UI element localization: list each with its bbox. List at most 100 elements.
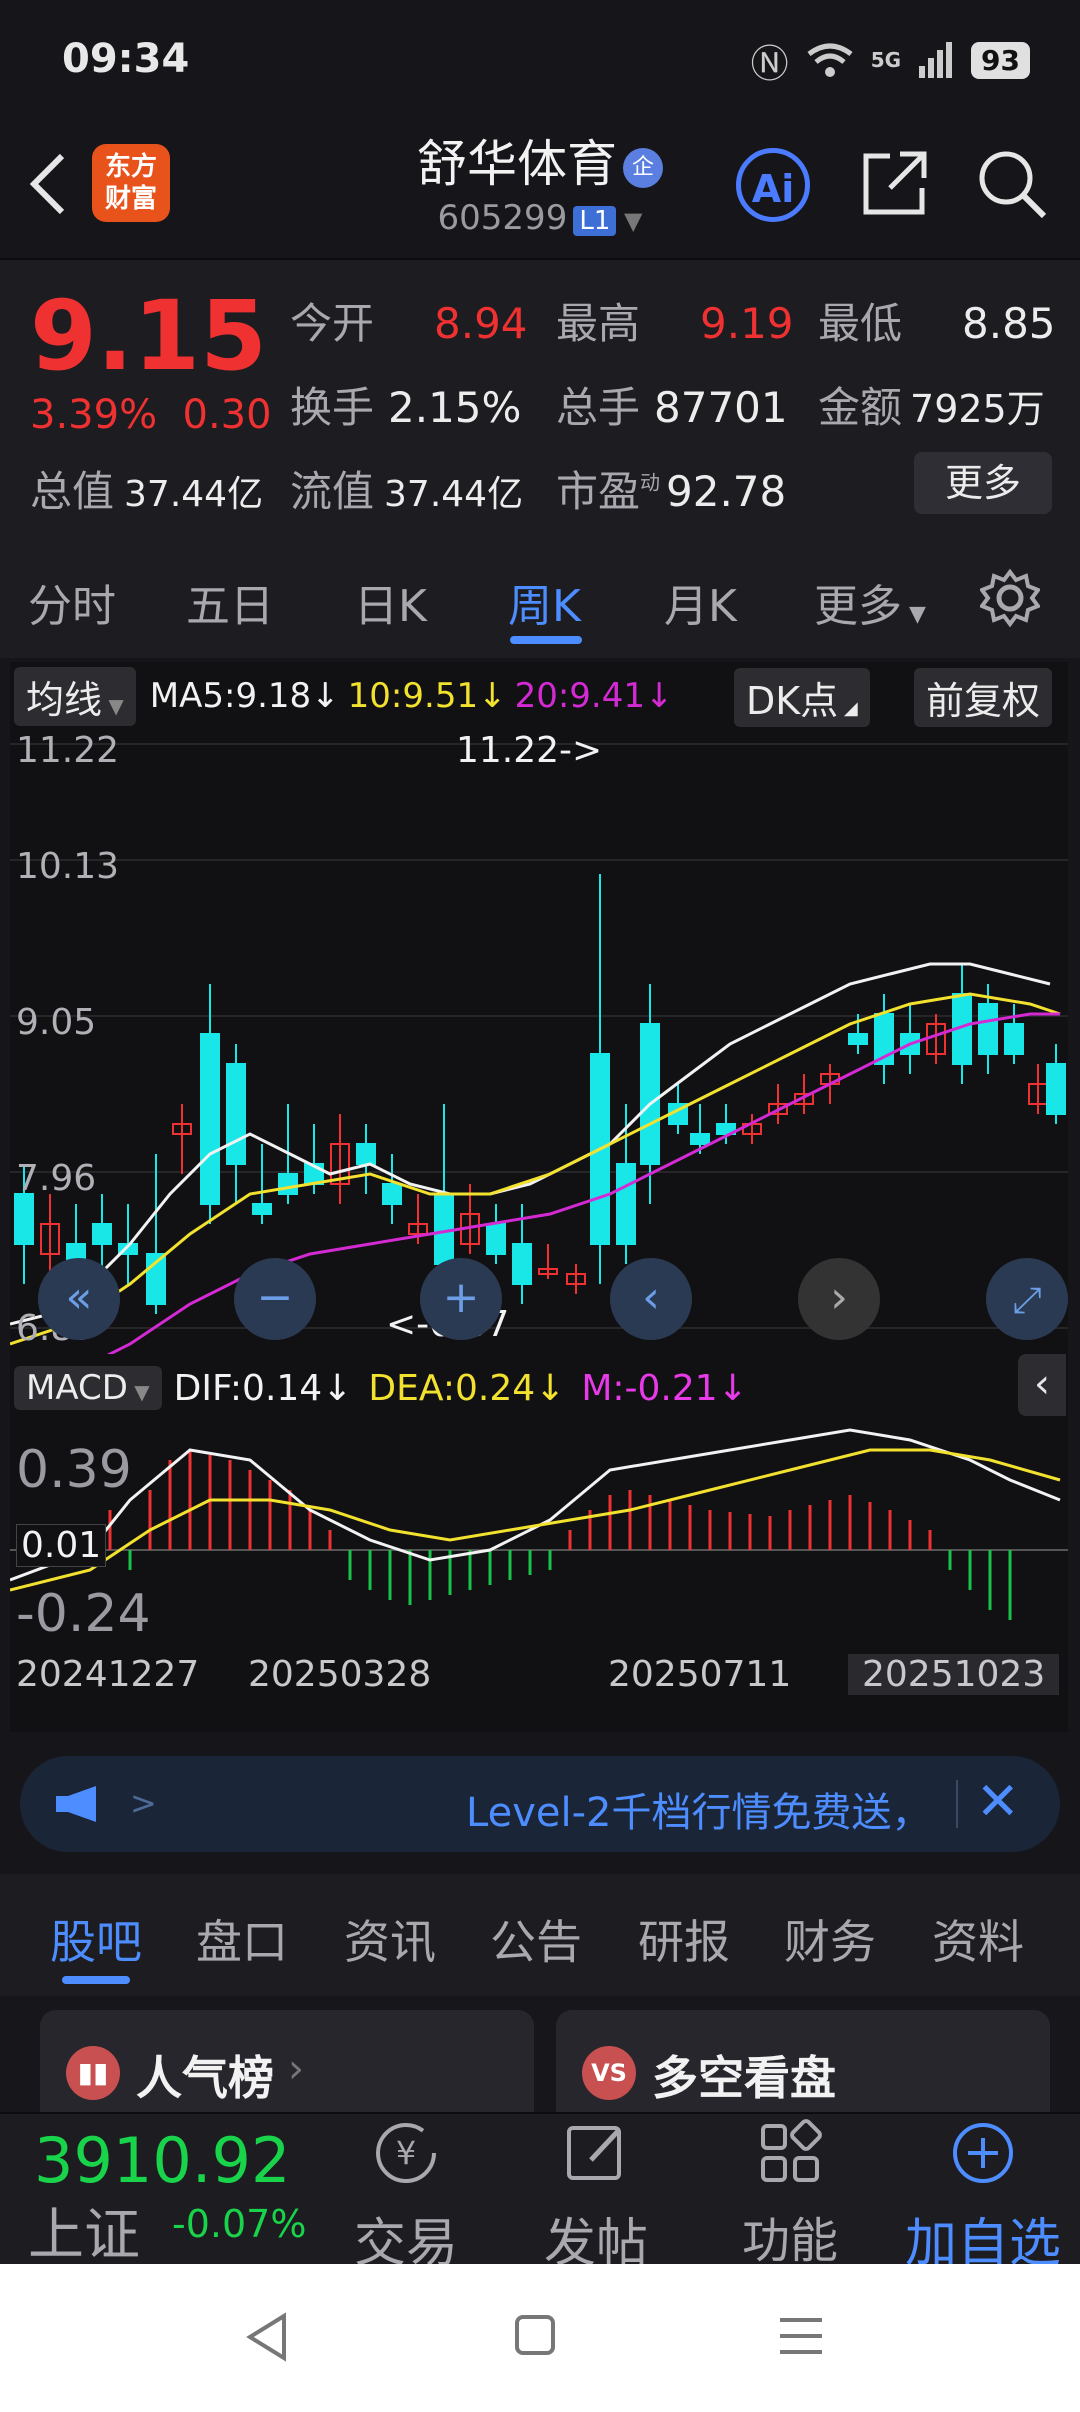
tab-weekly-k[interactable]: 周K — [508, 570, 581, 634]
fullscreen-button[interactable]: ⤢ — [986, 1258, 1068, 1340]
grid-icon — [761, 2119, 822, 2182]
y-axis-label: 11.22 — [16, 730, 120, 771]
index-name[interactable]: 上证 — [28, 2190, 140, 2271]
candle-body — [486, 1223, 506, 1255]
macd-select-button[interactable]: MACD ▼ — [14, 1366, 162, 1410]
chevron-left-icon: ‹ — [642, 1272, 660, 1323]
candle-body — [14, 1193, 34, 1245]
minus-icon: − — [256, 1272, 294, 1323]
more-stats-button[interactable]: 更多 — [914, 452, 1052, 514]
tab-news[interactable]: 资讯 — [344, 1906, 436, 1972]
candle-body — [1004, 1023, 1024, 1055]
tab-more[interactable]: 更多 ▼ — [814, 570, 926, 634]
tab-guba[interactable]: 股吧 — [50, 1906, 142, 1972]
ai-assistant-button[interactable]: Ai — [736, 148, 810, 222]
date-label: 20250711 — [608, 1654, 792, 1695]
y-axis-label: 9.05 — [16, 1002, 97, 1043]
search-icon[interactable] — [976, 148, 1048, 220]
current-price: 9.15 — [30, 280, 267, 392]
jump-start-button[interactable]: « — [38, 1258, 120, 1340]
function-button[interactable]: 功能 — [710, 2118, 870, 2271]
candle-body — [200, 1033, 220, 1205]
m-value: M:-0.21 — [581, 1367, 718, 1409]
candle-body — [640, 1023, 660, 1165]
candle-body — [512, 1243, 532, 1285]
expand-icon: ⤢ — [1012, 1280, 1042, 1321]
share-icon[interactable] — [860, 148, 930, 218]
zoom-in-button[interactable]: + — [420, 1258, 502, 1340]
popularity-label: 人气榜 — [136, 2051, 274, 2105]
nav-home-icon[interactable] — [514, 2314, 556, 2356]
ma20-line — [106, 1012, 1060, 1354]
candlestick-chart[interactable] — [10, 724, 1068, 1354]
candle-body — [92, 1223, 112, 1245]
candle-body — [226, 1063, 246, 1165]
tab-profile[interactable]: 资料 — [932, 1906, 1024, 1972]
ma5-value: MA5:9.18 — [149, 676, 312, 716]
nav-back-icon[interactable] — [244, 2312, 290, 2362]
dif-value: DIF:0.14 — [173, 1367, 323, 1409]
vs-icon: VS — [582, 2046, 636, 2100]
dif-line — [10, 1428, 1061, 1582]
dea-value: DEA:0.24 — [368, 1367, 536, 1409]
yen-cycle-icon: ¥ — [376, 2123, 436, 2183]
macd-y-label: 0.39 — [16, 1440, 132, 1500]
tab-monthly-k[interactable]: 月K — [664, 570, 737, 634]
macd-chart[interactable] — [10, 1420, 1068, 1650]
y-axis-label: 10.13 — [16, 846, 120, 887]
status-icons: Ⓝ 5G 93 — [751, 36, 1030, 86]
tab-research[interactable]: 研报 — [638, 1906, 730, 1972]
pe-stat: 市盈动 92.78 — [556, 467, 787, 516]
scroll-left-button[interactable]: ‹ — [610, 1258, 692, 1340]
status-time: 09:34 — [62, 36, 190, 82]
max-price-marker: 11.22-> — [456, 730, 603, 771]
tab-finance[interactable]: 财务 — [784, 1906, 876, 1972]
tab-announcements[interactable]: 公告 — [490, 1906, 582, 1972]
tab-intraday[interactable]: 分时 — [28, 570, 116, 634]
tab-five-day[interactable]: 五日 — [186, 570, 274, 634]
network-label: 5G — [870, 48, 902, 72]
index-change: -0.07% — [172, 2202, 307, 2246]
settings-gear-icon[interactable] — [980, 568, 1040, 628]
index-value[interactable]: 3910.92 — [34, 2124, 290, 2197]
edit-icon — [567, 2126, 621, 2180]
down-arrow-icon: ↓ — [478, 676, 507, 716]
chevron-right-icon: › — [830, 1272, 848, 1323]
svg-text:¥: ¥ — [396, 2134, 416, 2172]
dk-point-button[interactable]: DK点 ◢ — [734, 668, 870, 727]
macd-y-label: -0.24 — [16, 1584, 151, 1644]
double-left-icon: « — [65, 1272, 93, 1323]
level-badge: L1 — [573, 206, 617, 236]
zoom-out-button[interactable]: − — [234, 1258, 316, 1340]
status-bar: 09:34 Ⓝ 5G 93 — [0, 0, 1080, 120]
bull-bear-label: 多空看盘 — [652, 2051, 836, 2105]
trade-button[interactable]: ¥ 交易 — [326, 2118, 486, 2276]
tab-pankou[interactable]: 盘口 — [196, 1906, 288, 1972]
open-stat: 今开 8.94 — [290, 299, 528, 348]
adjust-button[interactable]: 前复权 — [914, 668, 1053, 727]
plus-icon: + — [442, 1272, 480, 1323]
collapse-panel-button[interactable]: ‹ — [1018, 1354, 1066, 1416]
active-tab-indicator — [510, 636, 582, 644]
date-label: 20251023 — [848, 1654, 1060, 1695]
post-button[interactable]: 发帖 — [516, 2118, 676, 2276]
ranking-icon: ▮▮ — [66, 2046, 120, 2100]
scroll-right-button[interactable]: › — [798, 1258, 880, 1340]
candle-body — [848, 1033, 868, 1045]
indicator-select-button[interactable]: 均线 ▼ — [14, 666, 136, 726]
down-arrow-icon: ↓ — [311, 676, 340, 716]
down-arrow-icon: ↓ — [645, 676, 674, 716]
stock-code: 605299 — [437, 198, 568, 238]
ma20-value: 20:9.41 — [514, 676, 645, 716]
close-icon[interactable]: ✕ — [976, 1772, 1020, 1832]
add-watchlist-button[interactable]: 加自选 — [888, 2118, 1078, 2276]
ma10-value: 10:9.51 — [347, 676, 479, 716]
dea-line — [10, 1448, 1061, 1592]
nav-menu-icon[interactable] — [778, 2316, 824, 2356]
promo-text: Level-2千档行情免费送， — [466, 1790, 932, 1836]
chevron-left-icon: ‹ — [1034, 1361, 1050, 1407]
candle-body — [434, 1193, 454, 1265]
caret-down-icon: ▼ — [616, 207, 643, 235]
tab-daily-k[interactable]: 日K — [354, 570, 427, 634]
down-arrow-icon: ↓ — [717, 1367, 748, 1409]
